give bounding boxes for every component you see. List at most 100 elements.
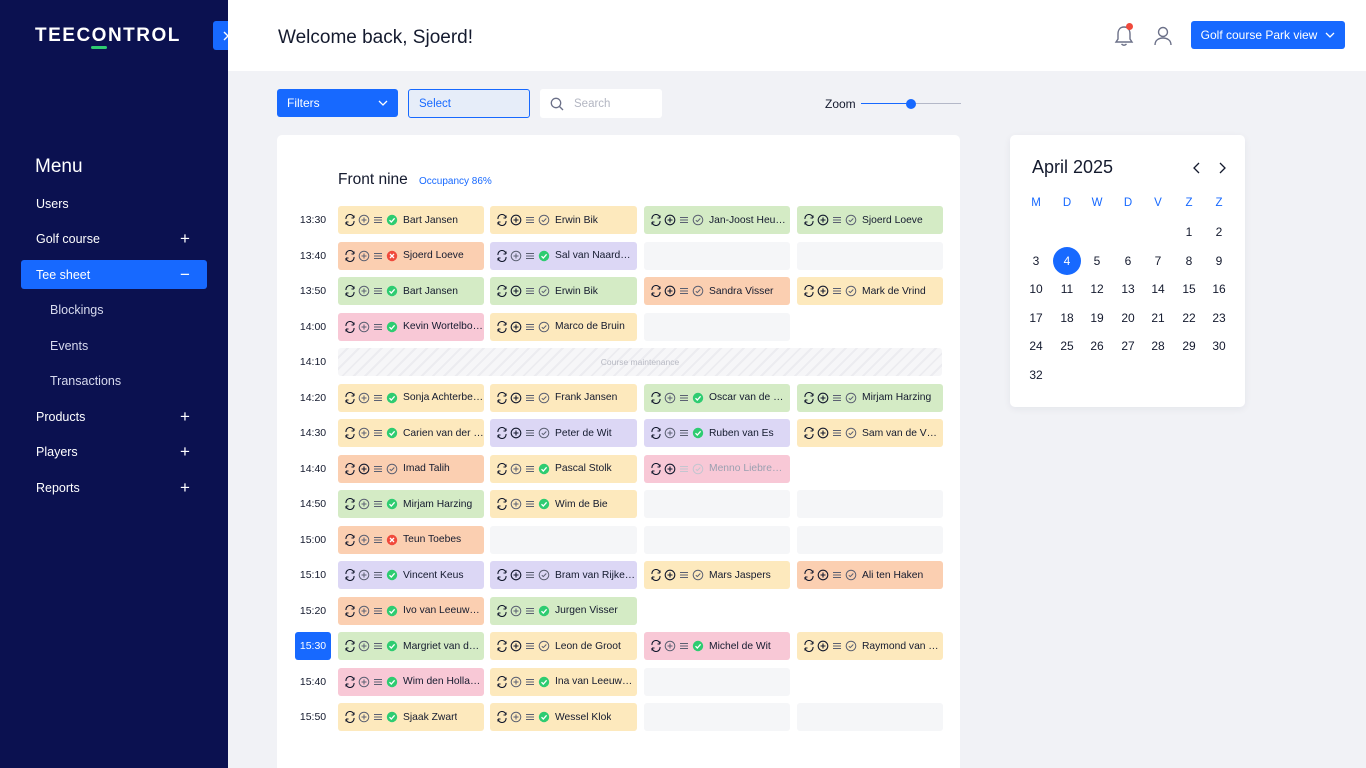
add-player-icon[interactable] (358, 711, 370, 723)
chevron-left-icon[interactable] (1190, 160, 1204, 176)
booking-slot[interactable]: Imad Talih (338, 454, 484, 483)
calendar-day[interactable]: 15 (1175, 275, 1203, 303)
booking-slot[interactable]: Mirjam Harzing (338, 490, 484, 518)
calendar-day[interactable]: 23 (1205, 304, 1233, 332)
booking-slot[interactable]: Sonja Achterbe… (338, 383, 484, 412)
swap-icon[interactable] (344, 569, 356, 581)
sidebar-item-users[interactable]: Users (21, 186, 207, 222)
booking-slot[interactable]: Bart Jansen (338, 277, 484, 305)
tee-time-label[interactable]: 13:50 (295, 277, 331, 305)
add-player-icon[interactable] (358, 321, 370, 333)
calendar-day[interactable]: 8 (1175, 247, 1203, 275)
add-player-icon[interactable] (664, 214, 676, 226)
add-player-icon[interactable] (510, 676, 522, 688)
add-player-icon[interactable] (817, 392, 829, 404)
swap-icon[interactable] (344, 462, 356, 475)
calendar-day[interactable]: 25 (1053, 332, 1081, 360)
add-player-icon[interactable] (817, 640, 829, 652)
tee-time-label[interactable]: 14:50 (295, 490, 331, 518)
collapse-icon[interactable]: − (178, 265, 192, 285)
sidebar-item-transactions[interactable]: Transactions (21, 364, 207, 400)
calendar-day[interactable]: 11 (1053, 275, 1081, 303)
add-player-icon[interactable] (510, 605, 522, 617)
tee-time-label[interactable]: 15:00 (295, 526, 331, 554)
booking-slot[interactable]: Oscar van de … (644, 383, 790, 412)
add-player-icon[interactable] (358, 605, 370, 617)
add-player-icon[interactable] (358, 534, 370, 546)
booking-slot[interactable]: Sjaak Zwart (338, 703, 484, 731)
add-player-icon[interactable] (510, 250, 522, 262)
swap-icon[interactable] (650, 427, 662, 439)
calendar-day[interactable]: 3 (1022, 247, 1050, 275)
swap-icon[interactable] (496, 569, 508, 581)
expand-icon[interactable]: + (178, 229, 192, 249)
swap-icon[interactable] (496, 427, 508, 439)
empty-slot[interactable] (644, 667, 790, 696)
booking-slot[interactable]: Mirjam Harzing (797, 383, 943, 412)
add-player-icon[interactable] (510, 569, 522, 581)
swap-icon[interactable] (650, 285, 662, 297)
calendar-day[interactable]: 18 (1053, 304, 1081, 332)
add-player-icon[interactable] (510, 711, 522, 723)
calendar-day[interactable]: 16 (1205, 275, 1233, 303)
add-player-icon[interactable] (664, 569, 676, 581)
tee-time-label[interactable]: 15:50 (295, 703, 331, 731)
search-input[interactable] (574, 97, 654, 110)
tee-time-label[interactable]: 13:40 (295, 242, 331, 270)
swap-icon[interactable] (496, 675, 508, 688)
swap-icon[interactable] (344, 214, 356, 226)
zoom-slider-handle[interactable] (906, 99, 916, 109)
calendar-day[interactable]: 7 (1144, 247, 1172, 275)
booking-slot[interactable]: Peter de Wit (490, 419, 637, 447)
add-player-icon[interactable] (510, 427, 522, 439)
calendar-day[interactable]: 6 (1114, 247, 1142, 275)
swap-icon[interactable] (344, 285, 356, 297)
swap-icon[interactable] (803, 285, 815, 297)
booking-slot[interactable]: Jurgen Visser (490, 596, 637, 625)
expand-icon[interactable]: + (178, 478, 192, 498)
swap-icon[interactable] (650, 640, 662, 652)
empty-slot[interactable] (644, 241, 790, 270)
add-player-icon[interactable] (510, 640, 522, 652)
calendar-day[interactable]: 10 (1022, 275, 1050, 303)
tee-time-label[interactable]: 15:10 (295, 561, 331, 589)
add-player-icon[interactable] (510, 285, 522, 297)
add-player-icon[interactable] (664, 285, 676, 297)
add-player-icon[interactable] (817, 427, 829, 439)
booking-slot[interactable]: Jan-Joost Heu… (644, 206, 790, 234)
tee-time-label[interactable]: 14:00 (295, 313, 331, 341)
empty-slot[interactable] (644, 312, 790, 341)
tee-time-label[interactable]: 14:10 (295, 348, 331, 376)
add-player-icon[interactable] (358, 498, 370, 510)
booking-slot[interactable]: Mars Jaspers (644, 561, 790, 589)
swap-icon[interactable] (650, 569, 662, 581)
booking-slot[interactable]: Sjoerd Loeve (797, 206, 943, 234)
swap-icon[interactable] (344, 711, 356, 723)
calendar-day[interactable]: 20 (1114, 304, 1142, 332)
add-player-icon[interactable] (358, 285, 370, 297)
tee-time-label[interactable]: 14:30 (295, 419, 331, 447)
swap-icon[interactable] (344, 320, 356, 333)
booking-slot[interactable]: Sam van de V… (797, 419, 943, 447)
expand-icon[interactable]: + (178, 407, 192, 427)
add-player-icon[interactable] (510, 463, 522, 475)
sidebar-item-golf-course[interactable]: Golf course + (21, 222, 207, 258)
booking-slot[interactable]: Wim den Hollan… (338, 667, 484, 696)
swap-icon[interactable] (496, 640, 508, 652)
calendar-day[interactable]: 26 (1083, 332, 1111, 360)
swap-icon[interactable] (803, 640, 815, 652)
add-player-icon[interactable] (358, 569, 370, 581)
booking-slot[interactable]: Sjoerd Loeve (338, 241, 484, 270)
swap-icon[interactable] (496, 604, 508, 617)
booking-slot[interactable]: Ina van Leeuw… (490, 667, 637, 696)
filters-dropdown[interactable]: Filters (277, 89, 398, 117)
booking-slot[interactable]: Vincent Keus (338, 561, 484, 589)
add-player-icon[interactable] (510, 498, 522, 510)
calendar-day[interactable]: 32 (1022, 361, 1050, 389)
expand-icon[interactable]: + (178, 442, 192, 462)
swap-icon[interactable] (650, 391, 662, 404)
select-dropdown[interactable]: Select (408, 89, 530, 118)
booking-slot[interactable]: Marco de Bruin (490, 312, 637, 341)
swap-icon[interactable] (496, 285, 508, 297)
chevron-right-icon[interactable] (1215, 160, 1229, 176)
